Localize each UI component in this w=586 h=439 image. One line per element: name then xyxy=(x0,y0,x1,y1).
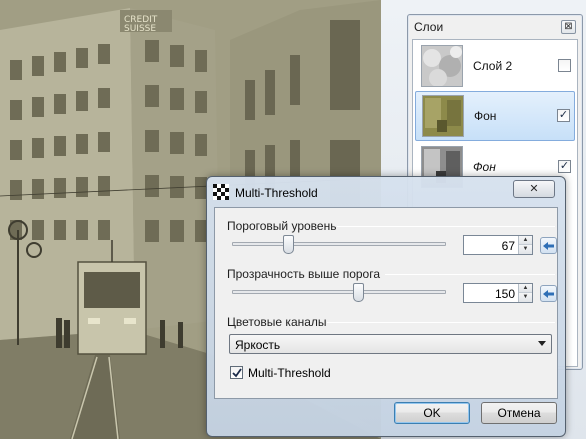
divider xyxy=(327,322,555,323)
transparency-value: 150 xyxy=(494,287,515,301)
transparency-label: Прозрачность выше порога xyxy=(227,267,380,281)
layer-visibility-checkbox[interactable]: ✓ xyxy=(557,109,570,122)
layers-close-button[interactable]: ⊠ xyxy=(561,20,576,34)
layer-visibility-checkbox[interactable] xyxy=(558,59,571,72)
layer-name: Слой 2 xyxy=(473,59,513,73)
threshold-spinbox[interactable]: 67 ▲ ▼ xyxy=(463,235,533,255)
divider xyxy=(337,226,555,227)
dialog-close-button[interactable]: ✕ xyxy=(513,180,555,198)
multi-threshold-checkbox-label: Multi-Threshold xyxy=(248,366,331,380)
threshold-slider-thumb[interactable] xyxy=(283,235,295,254)
transparency-slider-track[interactable] xyxy=(232,290,446,294)
transparency-reset-button[interactable] xyxy=(540,285,557,302)
transparency-spinbox[interactable]: 150 ▲ ▼ xyxy=(463,283,533,303)
layer-name: Фон xyxy=(473,160,496,174)
transparency-slider-thumb[interactable] xyxy=(352,283,364,302)
layer-item-fon-selected[interactable]: Фон ✓ xyxy=(415,91,575,141)
cancel-button[interactable]: Отмена xyxy=(481,402,557,424)
layers-panel-title: Слои xyxy=(414,20,444,34)
threshold-label: Пороговый уровень xyxy=(227,219,337,233)
spin-down-button[interactable]: ▼ xyxy=(519,245,532,254)
layer-name: Фон xyxy=(474,109,497,123)
checkerboard-icon xyxy=(213,184,229,200)
channels-dropdown[interactable]: Яркость xyxy=(229,334,552,354)
checkmark-icon xyxy=(232,368,242,378)
transparency-spin-buttons: ▲ ▼ xyxy=(518,284,532,302)
channels-label: Цветовые каналы xyxy=(227,315,327,329)
clouds-thumbnail xyxy=(421,45,463,87)
threshold-spin-buttons: ▲ ▼ xyxy=(518,236,532,254)
reset-arrow-icon xyxy=(543,290,554,298)
channels-selected-value: Яркость xyxy=(235,338,281,352)
street-olive-thumbnail xyxy=(422,95,464,137)
ok-button[interactable]: OK xyxy=(394,402,470,424)
spin-up-button[interactable]: ▲ xyxy=(519,236,532,245)
threshold-slider-track[interactable] xyxy=(232,242,446,246)
dialog-body: Пороговый уровень 67 ▲ ▼ Прозрачность вы… xyxy=(214,207,558,399)
chevron-down-icon xyxy=(538,341,546,346)
layer-item-layer2[interactable]: Слой 2 xyxy=(415,42,575,92)
divider xyxy=(385,274,555,275)
reset-arrow-icon xyxy=(543,242,554,250)
multi-threshold-dialog: Multi-Threshold ✕ Пороговый уровень 67 ▲… xyxy=(206,176,566,437)
svg-text:SUISSE: SUISSE xyxy=(124,24,156,34)
dialog-titlebar[interactable]: Multi-Threshold ✕ xyxy=(207,177,565,207)
threshold-value: 67 xyxy=(501,239,515,253)
spin-up-button[interactable]: ▲ xyxy=(519,284,532,293)
dialog-title: Multi-Threshold xyxy=(235,186,318,200)
spin-down-button[interactable]: ▼ xyxy=(519,293,532,302)
threshold-reset-button[interactable] xyxy=(540,237,557,254)
multi-threshold-checkbox[interactable] xyxy=(230,366,243,379)
layer-visibility-checkbox[interactable]: ✓ xyxy=(558,160,571,173)
